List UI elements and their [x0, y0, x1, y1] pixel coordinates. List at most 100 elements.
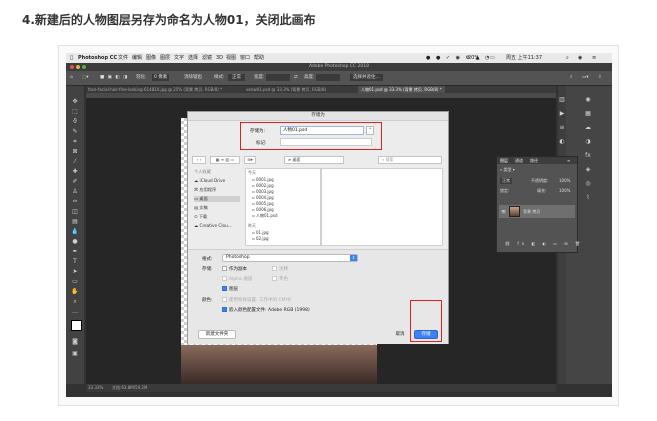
- selection-mode-icons[interactable]: ■ ▣ ◧ ◨: [100, 71, 128, 85]
- spot-color-checkbox[interactable]: [272, 276, 277, 281]
- hand-tool-icon[interactable]: ✋: [71, 288, 79, 296]
- menu-help[interactable]: 帮助: [254, 53, 264, 63]
- eraser-tool-icon[interactable]: ◫: [71, 208, 79, 216]
- menu-type[interactable]: 文字: [174, 53, 184, 63]
- menu-layer[interactable]: 图层: [160, 53, 170, 63]
- zoom-tool-icon[interactable]: ⌕: [71, 298, 79, 306]
- format-select[interactable]: Photoshop ⇕: [222, 254, 358, 262]
- layer-row[interactable]: 👁 背景 拷贝: [499, 205, 575, 218]
- feather-input[interactable]: 0 像素: [152, 74, 170, 81]
- file-item[interactable]: ▫ 02.jpg: [252, 236, 269, 241]
- minimize-window-button[interactable]: [76, 65, 80, 69]
- share-icon[interactable]: ⇧: [598, 71, 602, 85]
- foreground-color-swatch[interactable]: [71, 320, 82, 331]
- menu-view[interactable]: 视图: [226, 53, 236, 63]
- move-tool-icon[interactable]: ✥: [71, 98, 79, 106]
- swatches-panel-icon[interactable]: ▦: [584, 110, 592, 118]
- panel-menu-icon[interactable]: ≡: [567, 157, 570, 164]
- history-icon[interactable]: ▥: [558, 96, 566, 104]
- siri-icon[interactable]: ◉: [578, 53, 582, 63]
- adjustments-panel-icon[interactable]: ◑: [584, 138, 592, 146]
- zoom-window-button[interactable]: [82, 65, 86, 69]
- layers-panel-icon[interactable]: ◈: [584, 166, 592, 174]
- width-input[interactable]: [266, 74, 290, 81]
- alpha-channel-checkbox[interactable]: [222, 276, 227, 281]
- marquee-tool-icon[interactable]: ⬚▾: [82, 71, 89, 85]
- back-forward-buttons[interactable]: ‹ ›: [192, 156, 206, 164]
- menu-select[interactable]: 选择: [188, 53, 198, 63]
- zoom-level[interactable]: 33.33%: [88, 384, 103, 392]
- type-tool-icon[interactable]: T: [71, 258, 79, 266]
- pen-tool-icon[interactable]: ✒: [71, 248, 79, 256]
- color-panel-icon[interactable]: ◉: [584, 96, 592, 104]
- gradient-tool-icon[interactable]: ▤: [71, 218, 79, 226]
- location-select[interactable]: ▰ 桌面: [284, 156, 344, 164]
- apple-icon[interactable]: : [70, 53, 73, 63]
- menu-list-icon[interactable]: ≡: [592, 53, 596, 63]
- search-field[interactable]: ⌕ 搜索: [378, 156, 442, 164]
- search-icon[interactable]: ⌕: [570, 71, 573, 85]
- libraries-panel-icon[interactable]: ☁: [584, 124, 592, 132]
- status-icons[interactable]: ● ● ✓ ◉ ⚙ ▲ ◔: [426, 53, 492, 63]
- filter-kind-select[interactable]: ⌕ 类型 ▾: [500, 167, 515, 173]
- frame-tool-icon[interactable]: ⊠: [71, 148, 79, 156]
- layer-actions-icons[interactable]: ⛓ fx ◧ ◐ ▭ ⊞ 🗑: [505, 241, 583, 246]
- healing-tool-icon[interactable]: ✚: [71, 168, 79, 176]
- close-window-button[interactable]: [70, 65, 74, 69]
- menu-window[interactable]: 窗口: [240, 53, 250, 63]
- battery-icon[interactable]: ▭: [490, 53, 495, 63]
- quick-select-tool-icon[interactable]: ✎: [71, 128, 79, 136]
- home-icon[interactable]: ⌂: [70, 71, 73, 85]
- history-brush-icon[interactable]: ✑: [71, 198, 79, 206]
- marquee-tool-icon[interactable]: ⬚: [71, 108, 79, 116]
- menu-filter[interactable]: 滤镜: [202, 53, 212, 63]
- height-input[interactable]: [316, 74, 340, 81]
- tab-paths[interactable]: 路径: [530, 157, 538, 164]
- sidebar-item-documents[interactable]: ▤ 文稿: [194, 205, 208, 211]
- as-copy-checkbox[interactable]: [222, 266, 227, 271]
- screen-mode-icon[interactable]: ▣: [71, 350, 79, 358]
- tab-layers[interactable]: 图层: [500, 157, 508, 164]
- view-mode-buttons[interactable]: ▦ ≡ ▥ ▭: [210, 156, 240, 164]
- layer-name[interactable]: 背景 拷贝: [523, 205, 540, 218]
- swap-icon[interactable]: ⇄: [294, 71, 298, 85]
- properties-icon[interactable]: ≡: [558, 124, 566, 132]
- menu-app-name[interactable]: Photoshop CC: [78, 53, 117, 63]
- dodge-tool-icon[interactable]: ●: [71, 238, 79, 246]
- notes-checkbox[interactable]: [272, 266, 277, 271]
- file-item[interactable]: ▫ 01.jpg: [252, 230, 269, 235]
- channels-panel-icon[interactable]: ◎: [584, 180, 592, 188]
- blend-mode-select[interactable]: 正常: [500, 178, 512, 184]
- actions-icon[interactable]: ▶: [558, 110, 566, 118]
- file-item[interactable]: ▫ 0002.jpg: [252, 183, 274, 188]
- group-button[interactable]: ⊞▾: [244, 156, 256, 164]
- tab-venw01[interactable]: venw01.psd @ 33.3% (背景 拷贝, RGB/8): [246, 86, 326, 93]
- sidebar-item-icloud[interactable]: ☁ iCloud Drive: [194, 178, 225, 183]
- crop-tool-icon[interactable]: ⌗: [71, 138, 79, 146]
- embed-icc-checkbox[interactable]: [222, 307, 227, 312]
- file-item[interactable]: ▫ 0004.jpg: [252, 195, 274, 200]
- more-tools-icon[interactable]: …: [71, 308, 79, 316]
- path-select-tool-icon[interactable]: ➤: [71, 268, 79, 276]
- new-folder-button[interactable]: 新建文件夹: [198, 330, 236, 339]
- proof-setup-checkbox[interactable]: [222, 297, 227, 302]
- eyedropper-tool-icon[interactable]: ⁄: [71, 158, 79, 166]
- workspace-icon[interactable]: ▭▾: [582, 71, 589, 85]
- tab-renwu01[interactable]: 人物01.psd @ 33.3% (背景 拷贝, RGB/8) *: [358, 86, 445, 93]
- file-item[interactable]: ▫ 0006.jpg: [252, 207, 274, 212]
- style-select[interactable]: 正常: [228, 74, 245, 81]
- sidebar-item-creative-cloud[interactable]: ☁ Creative Clou...: [194, 223, 232, 228]
- visibility-eye-icon[interactable]: 👁: [501, 205, 506, 218]
- clock[interactable]: 周五 上午11:37: [506, 53, 542, 63]
- stamp-tool-icon[interactable]: ♙: [71, 188, 79, 196]
- menu-file[interactable]: 文件: [118, 53, 128, 63]
- tab-face-jpg[interactable]: face-facial-hair-fine-looking-614810.jpg…: [88, 86, 222, 93]
- menu-image[interactable]: 图像: [146, 53, 156, 63]
- lasso-tool-icon[interactable]: ϑ: [71, 118, 79, 126]
- shape-tool-icon[interactable]: ▭: [71, 278, 79, 286]
- tab-channels[interactable]: 通道: [515, 157, 523, 164]
- select-and-mask-button[interactable]: 选择并遮住...: [350, 74, 383, 81]
- layers-checkbox[interactable]: [222, 286, 227, 291]
- file-item[interactable]: ▫ 0005.jpg: [252, 201, 274, 206]
- file-item[interactable]: ▫ 人物01.psd: [252, 213, 278, 219]
